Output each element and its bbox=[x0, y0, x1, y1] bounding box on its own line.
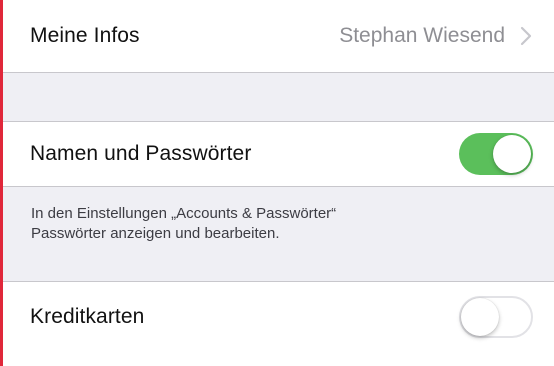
footnote-line-1: In den Einstellungen „Accounts & Passwör… bbox=[31, 205, 337, 222]
credit-cards-toggle[interactable] bbox=[459, 296, 533, 338]
chevron-right-icon bbox=[520, 26, 532, 46]
my-info-label: Meine Infos bbox=[30, 24, 140, 47]
names-passwords-row: Namen und Passwörter bbox=[3, 122, 554, 186]
section-footnote: In den Einstellungen „Accounts & Passwör… bbox=[3, 187, 554, 281]
names-passwords-label: Namen und Passwörter bbox=[30, 142, 252, 165]
my-info-value: Stephan Wiesend bbox=[339, 24, 505, 47]
section-gap bbox=[3, 73, 554, 121]
my-info-value-group: Stephan Wiesend bbox=[339, 24, 554, 48]
credit-cards-row: Kreditkarten bbox=[3, 282, 554, 366]
my-info-row[interactable]: Meine Infos Stephan Wiesend bbox=[3, 0, 554, 72]
names-passwords-toggle[interactable] bbox=[459, 133, 533, 175]
credit-cards-label: Kreditkarten bbox=[30, 305, 145, 328]
toggle-knob bbox=[493, 135, 531, 173]
toggle-knob bbox=[461, 298, 499, 336]
footnote-line-2: Passwörter anzeigen und bearbeiten. bbox=[31, 225, 280, 242]
